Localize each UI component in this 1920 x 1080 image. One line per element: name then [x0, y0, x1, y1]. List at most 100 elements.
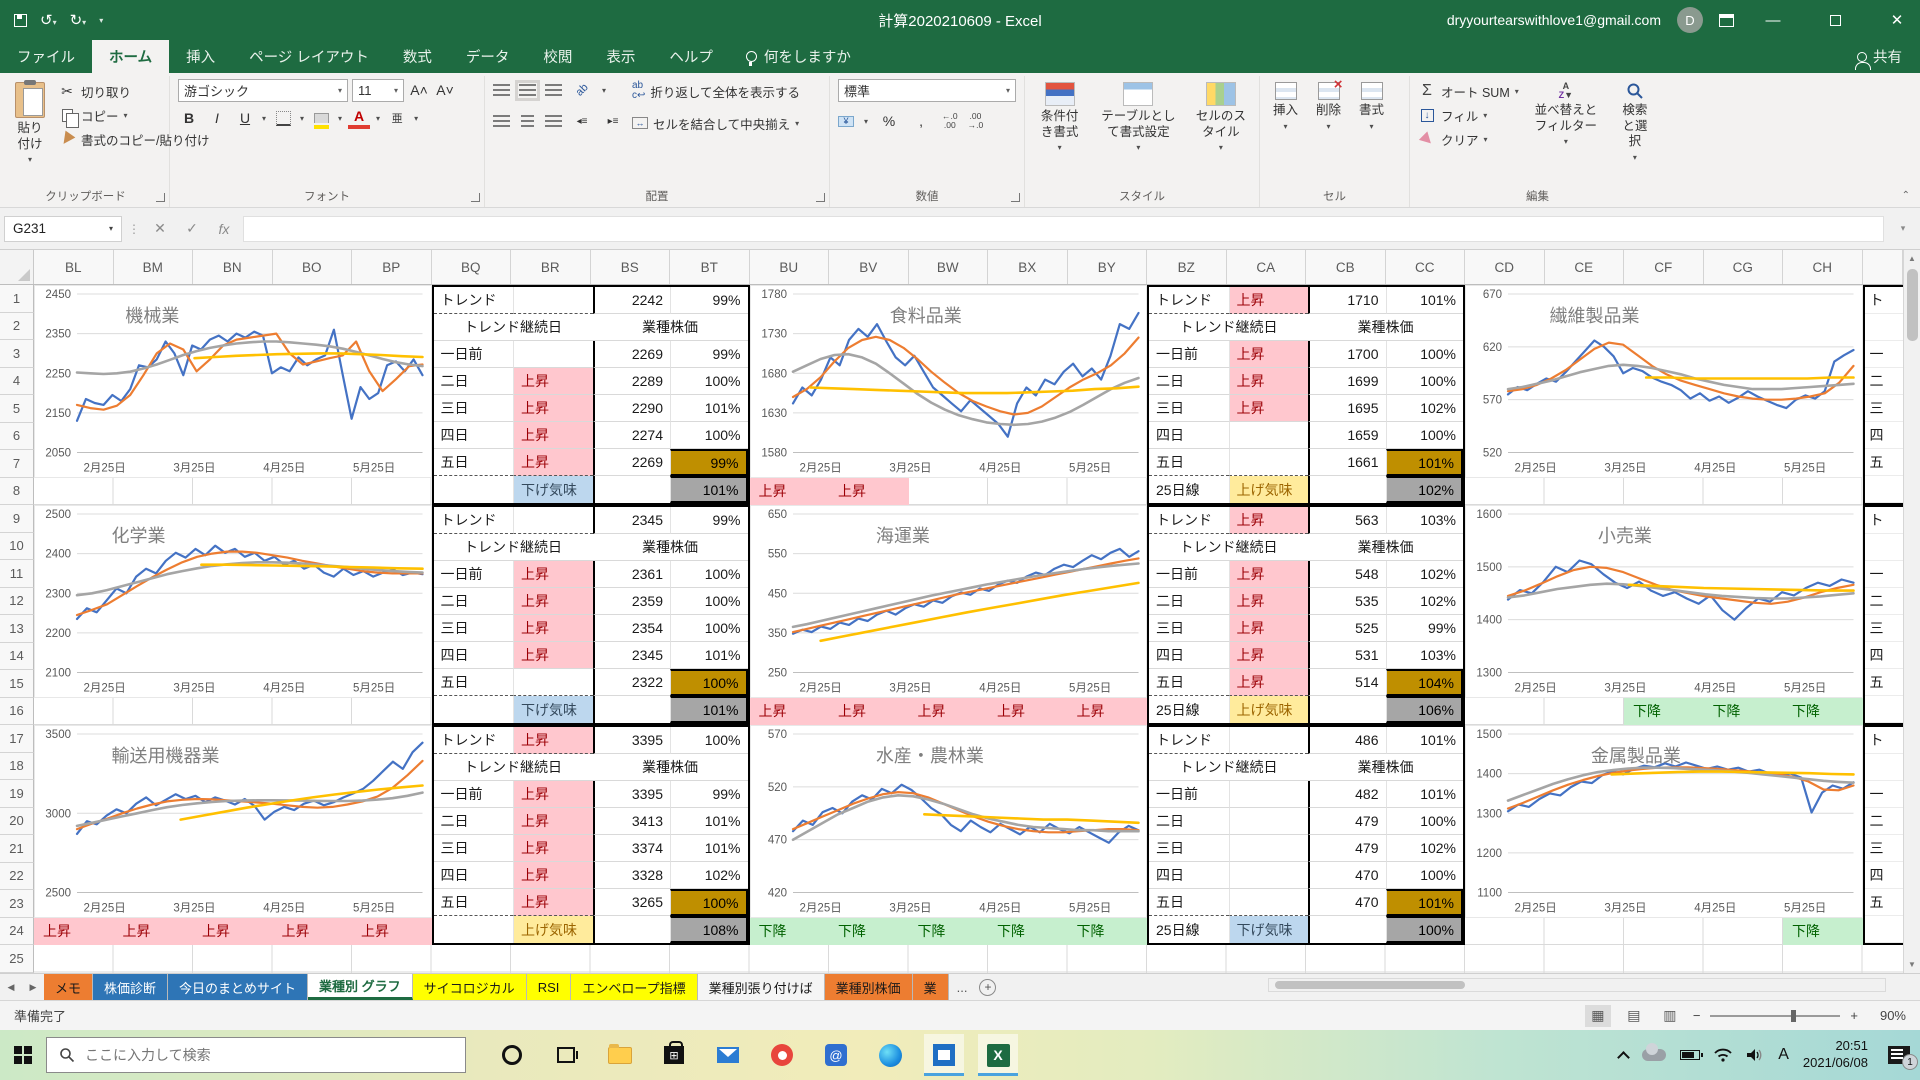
- cell[interactable]: 2322: [593, 669, 671, 696]
- row-header-17[interactable]: 17: [0, 725, 34, 753]
- sheet-tab-業種別株価[interactable]: 業種別株価: [825, 974, 913, 1000]
- cell[interactable]: 四日: [1149, 862, 1229, 889]
- zoom-slider[interactable]: [1710, 1015, 1840, 1017]
- cell[interactable]: [1865, 534, 1904, 561]
- signal-cell[interactable]: 下降: [1624, 698, 1704, 726]
- ribbon-tab-ホーム[interactable]: ホーム: [92, 40, 169, 73]
- format-cells-button[interactable]: 書式▾: [1354, 79, 1389, 187]
- cell[interactable]: 一日前: [434, 781, 514, 808]
- signal-cell[interactable]: 下降: [909, 918, 989, 946]
- autosum-button[interactable]: Σオート SUM▾: [1418, 79, 1519, 103]
- page-break-view-icon[interactable]: ▥: [1657, 1005, 1683, 1027]
- cell[interactable]: 1710: [1308, 287, 1386, 314]
- cell[interactable]: 2290: [593, 395, 671, 422]
- chart-機械業[interactable]: 245023502250215020502月25日3月25日4月25日5月25日…: [34, 285, 432, 478]
- cell[interactable]: [1229, 781, 1309, 808]
- conditional-formatting-button[interactable]: 条件付き書式▾: [1033, 79, 1086, 187]
- cell[interactable]: 五日: [434, 669, 514, 696]
- cell[interactable]: 上昇: [513, 808, 593, 835]
- row-header-25[interactable]: 25: [0, 945, 34, 973]
- row-header-1[interactable]: 1: [0, 285, 34, 313]
- cell[interactable]: 102%: [1386, 561, 1464, 588]
- ribbon-tab-表示[interactable]: 表示: [589, 40, 652, 73]
- insert-function-icon[interactable]: fx: [211, 216, 237, 242]
- row-header-3[interactable]: 3: [0, 340, 34, 368]
- cell[interactable]: 99%: [1386, 615, 1464, 642]
- column-header-BU[interactable]: BU: [750, 250, 830, 284]
- cell[interactable]: 100%: [670, 368, 748, 395]
- cell[interactable]: 3395: [593, 727, 671, 754]
- cell[interactable]: トレンド: [1149, 727, 1229, 754]
- cell[interactable]: 二: [1865, 808, 1904, 835]
- sheet-tabs-overflow[interactable]: ...: [949, 974, 976, 1000]
- cell[interactable]: 五日: [1149, 669, 1229, 696]
- paste-button[interactable]: 貼り付け▾: [10, 79, 50, 187]
- mail-icon[interactable]: [708, 1034, 748, 1076]
- cell[interactable]: 3413: [593, 808, 671, 835]
- zoom-in-icon[interactable]: +: [1850, 1008, 1858, 1023]
- cell[interactable]: 四日: [434, 422, 514, 449]
- row-header-20[interactable]: 20: [0, 808, 34, 836]
- cell[interactable]: 三日: [1149, 835, 1229, 862]
- column-header-BM[interactable]: BM: [114, 250, 194, 284]
- cell[interactable]: 一日前: [1149, 781, 1229, 808]
- cell[interactable]: 下げ気味: [513, 696, 593, 723]
- percent-format-icon[interactable]: %: [878, 110, 900, 132]
- at-menu-icon[interactable]: @: [816, 1034, 856, 1076]
- cell[interactable]: 一: [1865, 341, 1904, 368]
- cell[interactable]: 2289: [593, 368, 671, 395]
- excel-icon[interactable]: X: [978, 1034, 1018, 1076]
- row-header-23[interactable]: 23: [0, 890, 34, 918]
- cell[interactable]: 101%: [670, 476, 748, 503]
- zoom-slider-thumb[interactable]: [1791, 1010, 1796, 1022]
- close-button[interactable]: ✕: [1874, 0, 1920, 40]
- browser-red-icon[interactable]: [762, 1034, 802, 1076]
- row-header-21[interactable]: 21: [0, 835, 34, 863]
- cell[interactable]: 一日前: [1149, 561, 1229, 588]
- cell[interactable]: ト: [1865, 727, 1904, 754]
- ribbon-display-options-icon[interactable]: [1719, 14, 1734, 27]
- cell[interactable]: 業種株価: [1308, 314, 1463, 341]
- cell[interactable]: 上昇: [513, 588, 593, 615]
- cell[interactable]: 103%: [1386, 642, 1464, 669]
- horizontal-scroll-thumb[interactable]: [1275, 981, 1465, 989]
- action-center-icon[interactable]: 1: [1888, 1046, 1910, 1064]
- name-box[interactable]: G231▾: [4, 216, 122, 242]
- cell[interactable]: 479: [1308, 835, 1386, 862]
- cell[interactable]: 五日: [434, 889, 514, 916]
- cell[interactable]: 100%: [670, 561, 748, 588]
- cell[interactable]: 100%: [670, 727, 748, 754]
- cell[interactable]: 479: [1308, 808, 1386, 835]
- cell[interactable]: 上昇: [1229, 368, 1309, 395]
- row-header-13[interactable]: 13: [0, 615, 34, 643]
- cell[interactable]: [1865, 314, 1904, 341]
- cell[interactable]: [1308, 696, 1386, 723]
- cell[interactable]: 101%: [1386, 449, 1464, 476]
- cell[interactable]: 100%: [670, 669, 748, 696]
- insert-cells-button[interactable]: 挿入▾: [1268, 79, 1303, 187]
- row-header-18[interactable]: 18: [0, 753, 34, 781]
- cell[interactable]: 二: [1865, 588, 1904, 615]
- cell[interactable]: [434, 476, 514, 503]
- sheet-tab-業種別張り付けば[interactable]: 業種別張り付けば: [698, 974, 825, 1000]
- cell[interactable]: 100%: [670, 615, 748, 642]
- column-header-partial[interactable]: [1863, 250, 1903, 284]
- cell[interactable]: 1659: [1308, 422, 1386, 449]
- cell[interactable]: 上昇: [513, 781, 593, 808]
- column-header-CA[interactable]: CA: [1227, 250, 1307, 284]
- row-header-7[interactable]: 7: [0, 450, 34, 478]
- cell[interactable]: 2242: [593, 287, 671, 314]
- file-explorer-icon[interactable]: [600, 1034, 640, 1076]
- chart-食料品業[interactable]: 178017301680163015802月25日3月25日4月25日5月25日…: [750, 285, 1148, 478]
- cell[interactable]: 99%: [670, 449, 748, 476]
- cell[interactable]: 2269: [593, 449, 671, 476]
- chart-輸送用機器業[interactable]: 3500300025002月25日3月25日4月25日5月25日輸送用機器業: [34, 725, 432, 918]
- maximize-button[interactable]: [1812, 0, 1858, 40]
- signal-cell[interactable]: 下降: [1068, 918, 1148, 946]
- signal-cell[interactable]: 上昇: [750, 478, 830, 506]
- cell[interactable]: 上げ気味: [1229, 696, 1309, 723]
- cell[interactable]: 上昇: [1229, 287, 1309, 314]
- cell[interactable]: 三: [1865, 615, 1904, 642]
- cell[interactable]: 上昇: [513, 862, 593, 889]
- cell[interactable]: トレンド: [434, 727, 514, 754]
